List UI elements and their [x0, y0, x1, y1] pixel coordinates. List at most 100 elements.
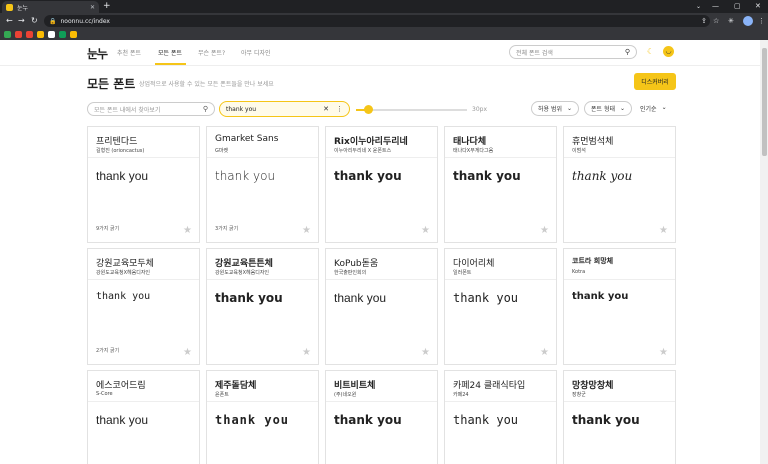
font-card[interactable]: 태나다체 태나다X무게다그움 thank you ★: [444, 126, 557, 243]
maximize-button[interactable]: ▢: [734, 0, 741, 12]
bookmark-icon[interactable]: [59, 31, 66, 38]
font-filter-search-input[interactable]: 모든 폰트 내에서 찾아보기 ⚲: [87, 102, 215, 116]
minimize-button[interactable]: —: [712, 0, 719, 12]
page-scrollbar-thumb[interactable]: [762, 48, 767, 156]
card-divider: [445, 401, 556, 402]
font-size-slider-thumb[interactable]: [363, 105, 373, 114]
bookmark-icon[interactable]: [4, 31, 11, 38]
font-author: G마켓: [215, 148, 229, 154]
font-preview-text: thank you: [96, 169, 149, 183]
address-bar[interactable]: 🔒 noonnu.cc/index: [44, 15, 710, 27]
reload-button[interactable]: ↻: [31, 15, 38, 27]
user-avatar-icon[interactable]: ◡: [663, 46, 674, 57]
font-card[interactable]: Rix이누아리두리네 이누아리두리네 X 윤폰트스 thank you ★: [325, 126, 438, 243]
font-author: 장창군: [572, 392, 586, 398]
font-card[interactable]: 강원교육튼튼체 강원도교육청X헤움디자인 thank you ★: [206, 248, 319, 365]
nav-any-design[interactable]: 아무 디자인: [241, 48, 271, 57]
bookmark-icon[interactable]: [70, 31, 77, 38]
nav-all-fonts[interactable]: 모든 폰트: [158, 48, 182, 57]
font-card[interactable]: 에스코어드림 S-Core thank you: [87, 370, 200, 464]
extensions-icon[interactable]: ✳: [728, 15, 734, 27]
active-nav-indicator: [155, 63, 186, 65]
url-text: noonnu.cc/index: [60, 17, 110, 25]
lock-icon: 🔒: [49, 17, 57, 25]
font-author: 길형진 (orioncactus): [96, 148, 145, 154]
chevron-down-icon: ⌄: [620, 105, 626, 112]
font-weight-count: 3가지 굵기: [215, 226, 239, 232]
forward-button[interactable]: →: [18, 15, 25, 27]
font-filter-placeholder: 모든 폰트 내에서 찾아보기: [94, 106, 161, 114]
global-search-input[interactable]: 전체 폰트 검색 ⚲: [509, 45, 637, 59]
favorite-star-icon[interactable]: ★: [302, 347, 311, 358]
search-icon[interactable]: ⚲: [625, 48, 630, 56]
font-name: Rix이누아리두리네: [334, 137, 408, 147]
font-card[interactable]: 카페24 클래식타입 카페24 thank you: [444, 370, 557, 464]
font-card[interactable]: 제주돌담체 윤폰트 thank you: [206, 370, 319, 464]
font-author: 강원도교육청X헤움디자인: [96, 270, 151, 276]
new-tab-button[interactable]: +: [103, 1, 111, 12]
sort-dropdown[interactable]: 인기순 ⌄: [640, 104, 667, 113]
font-author: 강원도교육청X헤움디자인: [215, 270, 270, 276]
chevron-down-icon: ⌄: [567, 105, 573, 112]
nav-recommended[interactable]: 추천 폰트: [117, 48, 141, 57]
favorite-star-icon[interactable]: ★: [421, 225, 430, 236]
font-card[interactable]: KoPub돋움 한국출판인회의 thank you ★: [325, 248, 438, 365]
discovery-button[interactable]: 디스커버리: [634, 73, 676, 90]
nav-what-font[interactable]: 무슨 폰트?: [198, 48, 225, 57]
font-preview-text: thank you: [334, 169, 402, 183]
preview-text-input[interactable]: thank you ✕ ⋮: [219, 101, 350, 117]
favorite-star-icon[interactable]: ★: [421, 347, 430, 358]
tab-close-icon[interactable]: ✕: [90, 4, 95, 11]
bookmark-icon[interactable]: [15, 31, 22, 38]
font-card[interactable]: 프리텐다드 길형진 (orioncactus) thank you 9가지 굵기 ★: [87, 126, 200, 243]
font-name: 다이어리체: [453, 259, 495, 269]
profile-avatar[interactable]: [743, 16, 753, 26]
font-card[interactable]: 다이어리체 일러폰트 thank you ★: [444, 248, 557, 365]
favorite-star-icon[interactable]: ★: [302, 225, 311, 236]
license-filter-dropdown[interactable]: 허용 범위 ⌄: [531, 101, 580, 116]
card-divider: [207, 279, 318, 280]
font-preview-text: thank you: [572, 169, 633, 183]
favorite-star-icon[interactable]: ★: [659, 225, 668, 236]
font-name: 강원교육모두체: [96, 259, 154, 269]
clear-preview-icon[interactable]: ✕: [323, 105, 329, 113]
back-button[interactable]: ←: [6, 15, 13, 27]
page-title: 모든 폰트: [87, 77, 136, 91]
shape-filter-label: 폰트 형태: [591, 106, 615, 113]
font-name: 제주돌담체: [215, 381, 257, 391]
browser-tab[interactable]: 눈누 ✕: [2, 1, 99, 13]
font-author: 윤폰트: [215, 392, 229, 398]
shape-filter-dropdown[interactable]: 폰트 형태 ⌄: [584, 101, 633, 116]
card-divider: [564, 279, 675, 280]
close-window-button[interactable]: ✕: [755, 0, 761, 12]
bookmark-icon[interactable]: [37, 31, 44, 38]
card-divider: [207, 401, 318, 402]
share-icon[interactable]: ⇪: [701, 15, 707, 27]
bookmark-star-icon[interactable]: ☆: [713, 15, 719, 27]
font-card[interactable]: 코트라 희망체 Kotra thank you ★: [563, 248, 676, 365]
dark-mode-moon-icon[interactable]: ☾: [647, 47, 654, 56]
filter-search-icon[interactable]: ⚲: [203, 105, 208, 113]
bookmark-icon[interactable]: [26, 31, 33, 38]
browser-tab-bar: 눈누 ✕ + ⌄ — ▢ ✕: [0, 0, 768, 13]
page-subtitle: 상업적으로 사용할 수 있는 모든 폰트들을 만나 보세요: [139, 81, 274, 88]
site-header: 눈누 추천 폰트 모든 폰트 무슨 폰트? 아무 디자인 전체 폰트 검색 ⚲ …: [0, 40, 768, 66]
browser-menu-icon[interactable]: ⋮: [758, 15, 765, 27]
site-logo[interactable]: 눈누: [87, 45, 108, 62]
bookmark-icon[interactable]: [48, 31, 55, 38]
preview-options-icon[interactable]: ⋮: [336, 105, 343, 113]
favorite-star-icon[interactable]: ★: [183, 347, 192, 358]
font-card[interactable]: 비트비트체 (주)네오윈 thank you: [325, 370, 438, 464]
font-card[interactable]: 망창망창체 장창군 thank you: [563, 370, 676, 464]
tab-search-icon[interactable]: ⌄: [696, 1, 701, 12]
favorite-star-icon[interactable]: ★: [540, 347, 549, 358]
font-card[interactable]: Gmarket Sans G마켓 thank you 3가지 굵기 ★: [206, 126, 319, 243]
favorite-star-icon[interactable]: ★: [659, 347, 668, 358]
font-preview-text: thank you: [96, 413, 149, 427]
license-filter-label: 허용 범위: [538, 106, 562, 113]
card-divider: [326, 157, 437, 158]
font-card[interactable]: 휴먼범석체 이범석 thank you ★: [563, 126, 676, 243]
favorite-star-icon[interactable]: ★: [540, 225, 549, 236]
favorite-star-icon[interactable]: ★: [183, 225, 192, 236]
font-card[interactable]: 강원교육모두체 강원도교육청X헤움디자인 thank you 2가지 굵기 ★: [87, 248, 200, 365]
